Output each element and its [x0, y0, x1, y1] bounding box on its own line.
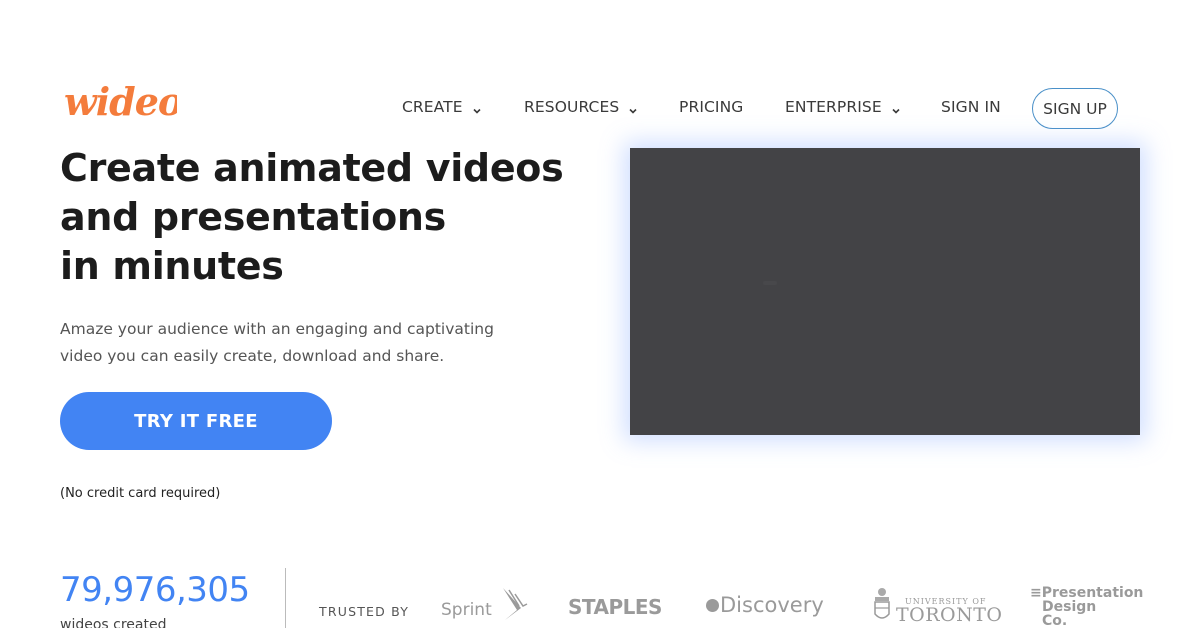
uoft-crest-icon	[874, 588, 890, 619]
discovery-globe-icon	[706, 598, 719, 612]
nav-pricing-label: PRICING	[679, 98, 744, 116]
pdc-line1: ≡Presentation	[1030, 585, 1144, 601]
nav-resources[interactable]: RESOURCES	[524, 98, 637, 116]
university-of-toronto-logo: UNIVERSITY OF TORONTO	[872, 586, 1002, 628]
wideos-count: 79,976,305	[60, 570, 250, 610]
try-it-free-button[interactable]: TRY IT FREE	[60, 392, 332, 450]
hero-title-line: Create animated videos	[60, 146, 564, 190]
wideos-count-label: wideos created	[60, 617, 167, 628]
no-credit-card-note: (No credit card required)	[60, 486, 221, 501]
presentation-design-co-logo: ≡Presentation Design Co.	[1030, 586, 1143, 628]
hero-title: Create animated videos and presentations…	[60, 144, 580, 291]
hero-video-player[interactable]	[630, 148, 1140, 435]
nav-create[interactable]: CREATE	[402, 98, 481, 116]
nav-sign-in-label: SIGN IN	[941, 98, 1001, 116]
hero-title-line: in minutes	[60, 244, 284, 288]
hero-subtitle: Amaze your audience with an engaging and…	[60, 320, 494, 365]
chevron-down-icon	[629, 101, 637, 114]
discovery-logo: Discovery	[706, 593, 824, 617]
loading-spinner-icon	[763, 281, 777, 285]
uoft-line2: TORONTO	[896, 604, 1003, 626]
nav-enterprise[interactable]: ENTERPRISE	[785, 98, 900, 116]
hero-title-line: and presentations	[60, 195, 446, 239]
nav-pricing[interactable]: PRICING	[679, 98, 743, 116]
chevron-down-icon	[892, 101, 900, 114]
pdc-line3: Co.	[1042, 613, 1068, 628]
discovery-logo-text: Discovery	[720, 593, 824, 617]
nav-enterprise-label: ENTERPRISE	[785, 98, 882, 116]
sprint-logo-text: Sprint	[441, 600, 492, 620]
sprint-logo: Sprint	[441, 586, 531, 626]
pdc-line2: Design	[1042, 599, 1097, 615]
nav-resources-label: RESOURCES	[524, 98, 620, 116]
sprint-wing-icon	[503, 588, 528, 620]
staples-logo: STAPLES	[568, 595, 662, 619]
main-nav: CREATE RESOURCES PRICING ENTERPRISE SIGN…	[0, 88, 1200, 128]
chevron-down-icon	[473, 101, 481, 114]
sign-up-button[interactable]: SIGN UP	[1032, 88, 1118, 129]
trusted-by-label: TRUSTED BY	[319, 604, 410, 619]
nav-sign-in[interactable]: SIGN IN	[941, 98, 1001, 116]
nav-create-label: CREATE	[402, 98, 463, 116]
divider	[285, 568, 286, 628]
